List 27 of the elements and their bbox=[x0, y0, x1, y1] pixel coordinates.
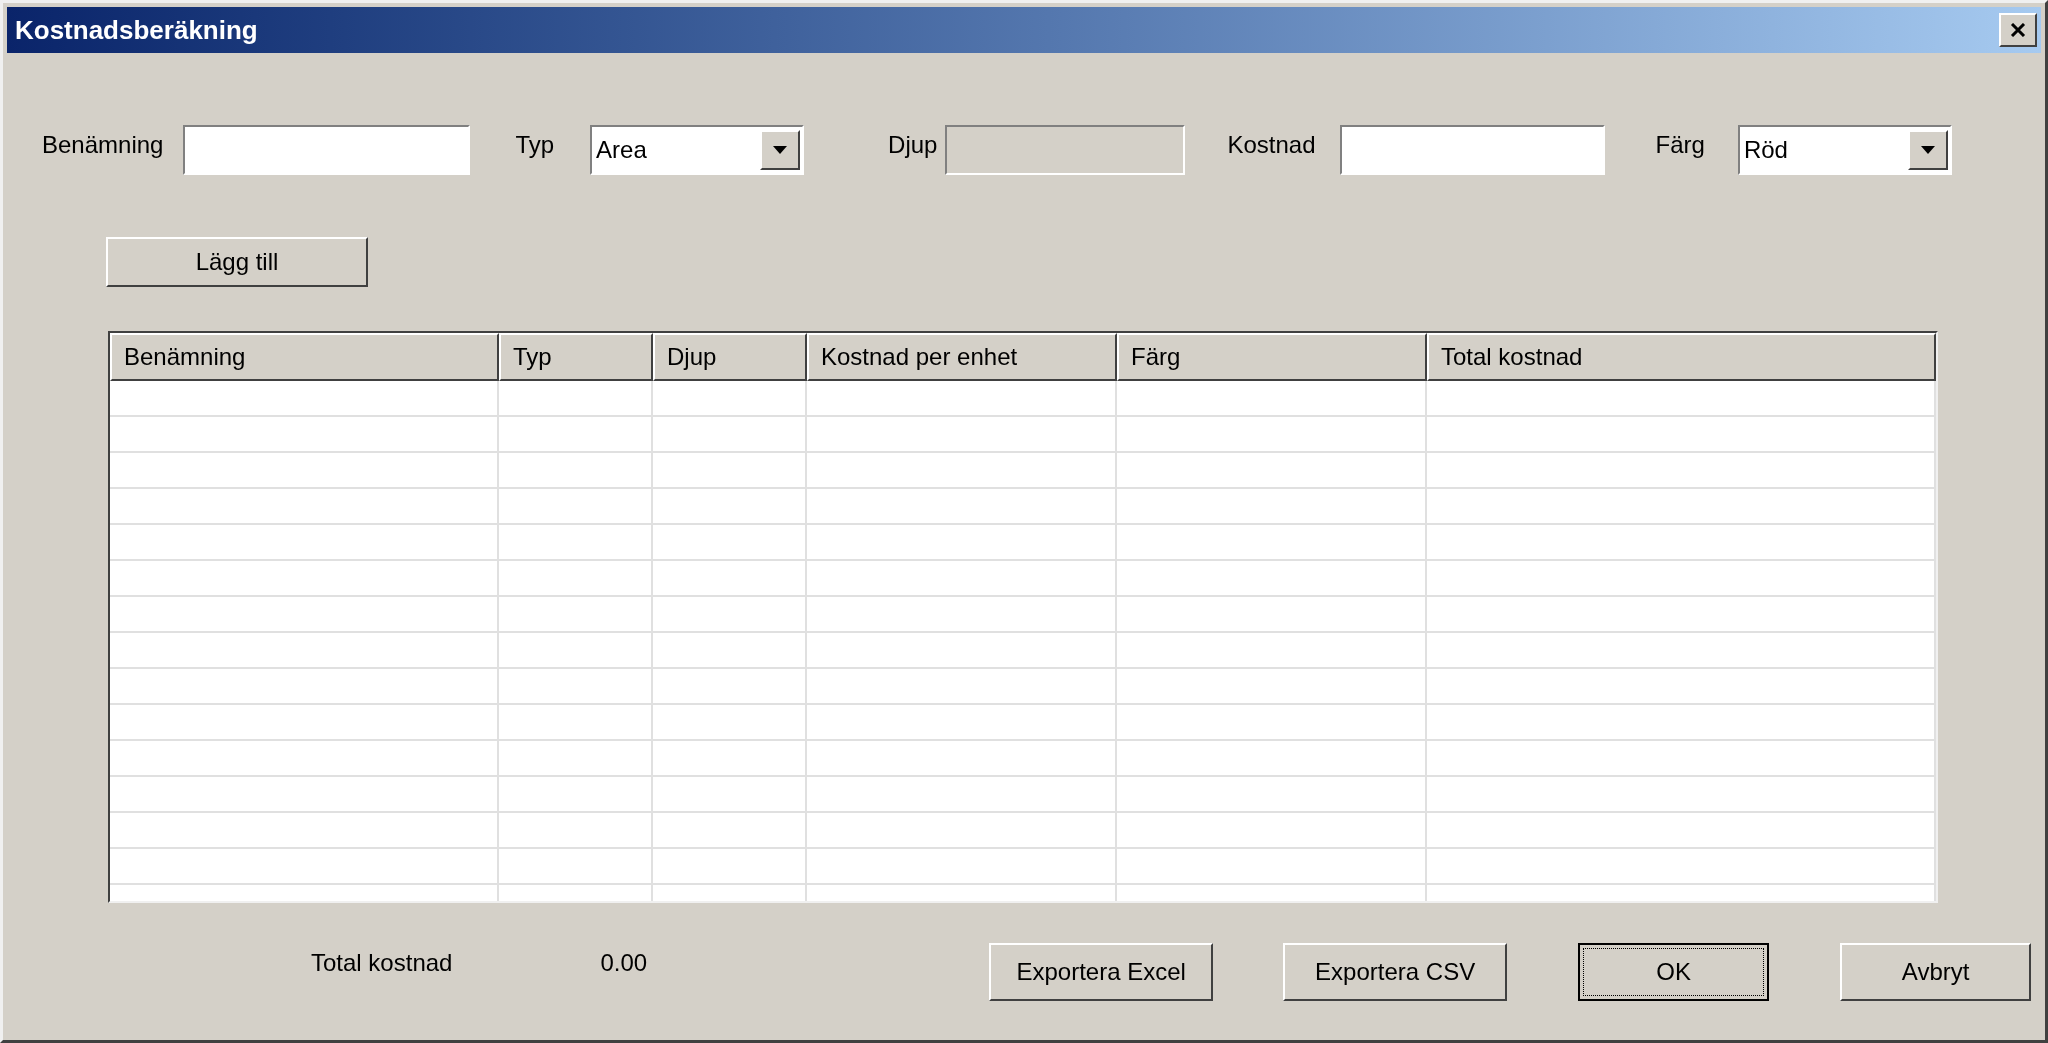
column-header[interactable]: Färg bbox=[1117, 333, 1427, 381]
dialog-button[interactable]: Exportera Excel bbox=[989, 943, 1214, 1001]
field-label: Kostnad bbox=[1227, 130, 1316, 160]
total-label: Total kostnad bbox=[311, 948, 453, 978]
close-icon bbox=[2010, 23, 2026, 37]
field-label: Benämning bbox=[42, 130, 164, 160]
dialog-button[interactable]: Avbryt bbox=[1840, 943, 2032, 1001]
dropdown-caret-icon[interactable] bbox=[760, 130, 801, 170]
dropdown[interactable]: Röd bbox=[1737, 125, 1952, 175]
column-header[interactable]: Djup bbox=[653, 333, 807, 381]
total-value: 0.00 bbox=[600, 948, 648, 978]
text-input-field[interactable] bbox=[183, 125, 471, 175]
dialog-button[interactable]: OK bbox=[1578, 943, 1770, 1001]
dropdown-caret-icon[interactable] bbox=[1907, 130, 1948, 170]
window-title: Kostnadsberäkning bbox=[15, 13, 258, 47]
add-button[interactable]: Lägg till bbox=[106, 237, 368, 287]
close-button[interactable] bbox=[1999, 13, 2037, 47]
dropdown[interactable]: Area bbox=[590, 125, 805, 175]
column-header[interactable]: Kostnad per enhet bbox=[807, 333, 1117, 381]
field-label: Färg bbox=[1655, 130, 1705, 160]
field-label: Djup bbox=[888, 130, 938, 160]
dialog-button[interactable]: Exportera CSV bbox=[1283, 943, 1508, 1001]
text-input-field[interactable] bbox=[1339, 125, 1605, 175]
column-header[interactable]: Benämning bbox=[110, 333, 499, 381]
column-header[interactable]: Typ bbox=[499, 333, 653, 381]
field-label: Typ bbox=[515, 130, 555, 160]
column-header[interactable]: Total kostnad bbox=[1427, 333, 1936, 381]
